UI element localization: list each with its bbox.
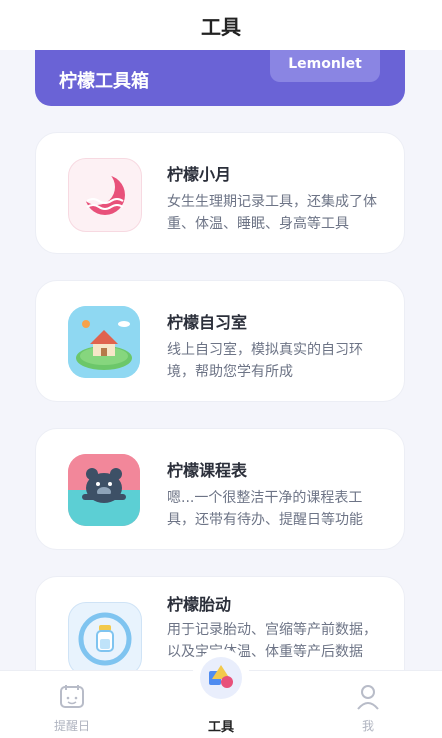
tool-card-schedule[interactable]: 柠檬课程表 嗯...一个很整洁干净的课程表工具，还带有待办、提醒日等功能: [35, 428, 405, 550]
tool-desc: 嗯...一个很整洁干净的课程表工具，还带有待办、提醒日等功能: [167, 490, 363, 528]
tool-name: 柠檬胎动: [167, 595, 232, 614]
moon-icon: [68, 158, 142, 232]
tab-label: 提醒日: [53, 719, 90, 733]
banner-title: 柠檬工具箱: [59, 71, 149, 92]
tool-name: 柠檬小月: [167, 165, 232, 184]
page-title: 工具: [201, 14, 241, 39]
tab-me[interactable]: 我: [308, 671, 428, 738]
banner-tag: Lemonlet: [270, 46, 380, 82]
top-bar: 工具: [0, 0, 442, 50]
calendar-icon: [55, 683, 89, 711]
tool-desc: 用于记录胎动、宫缩等产前数据，以及宝宝体温、体重等产后数据: [167, 622, 377, 660]
house-island-icon: [68, 306, 140, 378]
tools-center-button[interactable]: [197, 654, 245, 702]
tool-name: 柠檬课程表: [167, 461, 248, 480]
tool-card-study-room[interactable]: 柠檬自习室 线上自习室，模拟真实的自习环境，帮助您学有所成: [35, 280, 405, 402]
tool-name: 柠檬自习室: [167, 313, 248, 332]
person-icon: [351, 683, 385, 711]
bear-icon: [68, 454, 140, 526]
tool-desc: 女生生理期记录工具，还集成了体重、体温、睡眠、身高等工具: [167, 194, 377, 232]
shapes-icon: [200, 657, 242, 699]
tool-desc: 线上自习室，模拟真实的自习环境，帮助您学有所成: [167, 342, 363, 380]
tab-label: 工具: [207, 720, 234, 735]
baby-bottle-icon: [68, 602, 142, 676]
toolbox-banner: 柠檬工具箱 Lemonlet: [35, 46, 405, 106]
tab-label: 我: [361, 719, 374, 733]
tool-card-period[interactable]: 柠檬小月 女生生理期记录工具，还集成了体重、体温、睡眠、身高等工具: [35, 132, 405, 254]
tab-reminder[interactable]: 提醒日: [12, 671, 132, 738]
